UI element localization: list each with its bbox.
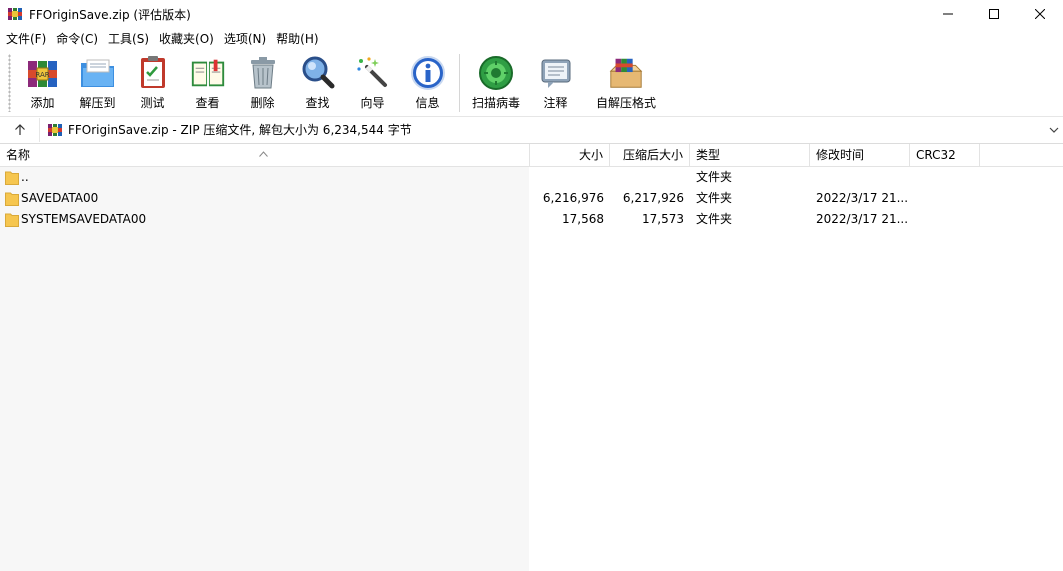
test-button[interactable]: 测试 [125,50,180,112]
sfx-label: 自解压格式 [595,96,656,110]
virus-scan-button[interactable]: 扫描病毒 [464,50,528,112]
view-icon [189,54,227,92]
row-name: .. [21,170,29,184]
comment-button[interactable]: 注释 [528,50,583,112]
title-bar: FFOriginSave.zip (评估版本) [0,0,1063,28]
row-size: 6,216,976 [542,191,604,205]
toolbar-separator [459,54,460,112]
sfx-button[interactable]: 自解压格式 [583,50,669,112]
view-label: 查看 [195,96,220,110]
column-header-crc32[interactable]: CRC32 [910,144,980,167]
close-icon [1035,9,1045,19]
row-packed-size: 6,217,926 [622,191,684,205]
row-type: 文件夹 [696,170,733,184]
column-header-type[interactable]: 类型 [690,144,810,167]
find-label: 查找 [305,96,330,110]
folder-icon [5,171,19,185]
wizard-button[interactable]: 向导 [345,50,400,112]
row-size: 17,568 [562,212,604,226]
maximize-icon [989,9,999,19]
menu-help[interactable]: 帮助(H) [272,29,322,49]
menu-file[interactable]: 文件(F) [2,29,50,49]
close-button[interactable] [1017,0,1063,28]
wizard-icon [354,54,392,92]
extract-to-label: 解压到 [79,96,116,110]
file-list: .. 文件夹 SAVEDATA00 6,216,976 6,217,926 文件… [0,167,1063,571]
menu-favorites[interactable]: 收藏夹(O) [155,29,218,49]
row-type: 文件夹 [696,191,733,205]
find-button[interactable]: 查找 [290,50,345,112]
list-row-parent-folder[interactable]: .. 文件夹 [0,167,1063,188]
sort-ascending-icon [259,142,268,164]
menu-tools[interactable]: 工具(S) [104,29,153,49]
menu-commands[interactable]: 命令(C) [52,29,102,49]
find-icon [299,54,337,92]
menu-bar: 文件(F) 命令(C) 工具(S) 收藏夹(O) 选项(N) 帮助(H) [0,28,1063,50]
comment-label: 注释 [543,96,568,110]
column-name-label: 名称 [6,148,31,162]
file-list-header: 名称 大小 压缩后大小 类型 修改时间 CRC32 [0,143,1063,167]
virus-scan-icon [477,54,515,92]
svg-text:RAR: RAR [35,71,49,79]
column-header-size[interactable]: 大小 [530,144,610,167]
toolbar-grip[interactable] [8,54,11,112]
winrar-app-icon[interactable] [7,6,23,22]
list-row-systemsavedata00[interactable]: SYSTEMSAVEDATA00 17,568 17,573 文件夹 2022/… [0,209,1063,230]
window-title: FFOriginSave.zip (评估版本) [29,7,191,22]
row-name: SAVEDATA00 [21,191,99,205]
address-text: FFOriginSave.zip - ZIP 压缩文件, 解包大小为 6,234… [68,123,412,137]
info-label: 信息 [415,96,440,110]
column-header-modified[interactable]: 修改时间 [810,144,910,167]
extract-to-button[interactable]: 解压到 [70,50,125,112]
add-label: 添加 [30,96,55,110]
delete-label: 删除 [250,96,275,110]
wizard-label: 向导 [360,96,385,110]
list-row-savedata00[interactable]: SAVEDATA00 6,216,976 6,217,926 文件夹 2022/… [0,188,1063,209]
column-header-packed-size[interactable]: 压缩后大小 [610,144,690,167]
minimize-button[interactable] [925,0,971,28]
virus-scan-label: 扫描病毒 [471,96,520,110]
row-modified: 2022/3/17 21... [816,212,908,226]
comment-icon [537,54,575,92]
add-archive-icon: RAR [24,54,62,92]
info-icon [409,54,447,92]
zip-archive-icon [47,122,63,138]
add-button[interactable]: RAR 添加 [15,50,70,112]
chevron-down-icon[interactable] [1049,124,1059,138]
row-name: SYSTEMSAVEDATA00 [21,212,147,226]
column-header-name[interactable]: 名称 [0,144,530,167]
delete-button[interactable]: 删除 [235,50,290,112]
row-type: 文件夹 [696,212,733,226]
minimize-icon [943,13,953,15]
folder-icon [5,192,19,206]
toolbar: RAR 添加 解压到 测试 查看 删除 查找 向导 信息 扫描病毒 注释 自解压… [0,50,1063,116]
folder-icon [5,213,19,227]
sfx-icon [607,54,645,92]
row-packed-size: 17,573 [642,212,684,226]
test-label: 测试 [140,96,165,110]
delete-icon [244,54,282,92]
maximize-button[interactable] [971,0,1017,28]
window-controls [925,0,1063,28]
up-folder-button[interactable] [0,117,40,142]
menu-options[interactable]: 选项(N) [220,29,270,49]
arrow-up-icon [14,123,25,135]
extract-to-icon [79,54,117,92]
test-icon [134,54,172,92]
info-button[interactable]: 信息 [400,50,455,112]
address-bar: FFOriginSave.zip - ZIP 压缩文件, 解包大小为 6,234… [0,116,1063,142]
view-button[interactable]: 查看 [180,50,235,112]
address-field[interactable]: FFOriginSave.zip - ZIP 压缩文件, 解包大小为 6,234… [40,118,1063,142]
row-modified: 2022/3/17 21... [816,191,908,205]
